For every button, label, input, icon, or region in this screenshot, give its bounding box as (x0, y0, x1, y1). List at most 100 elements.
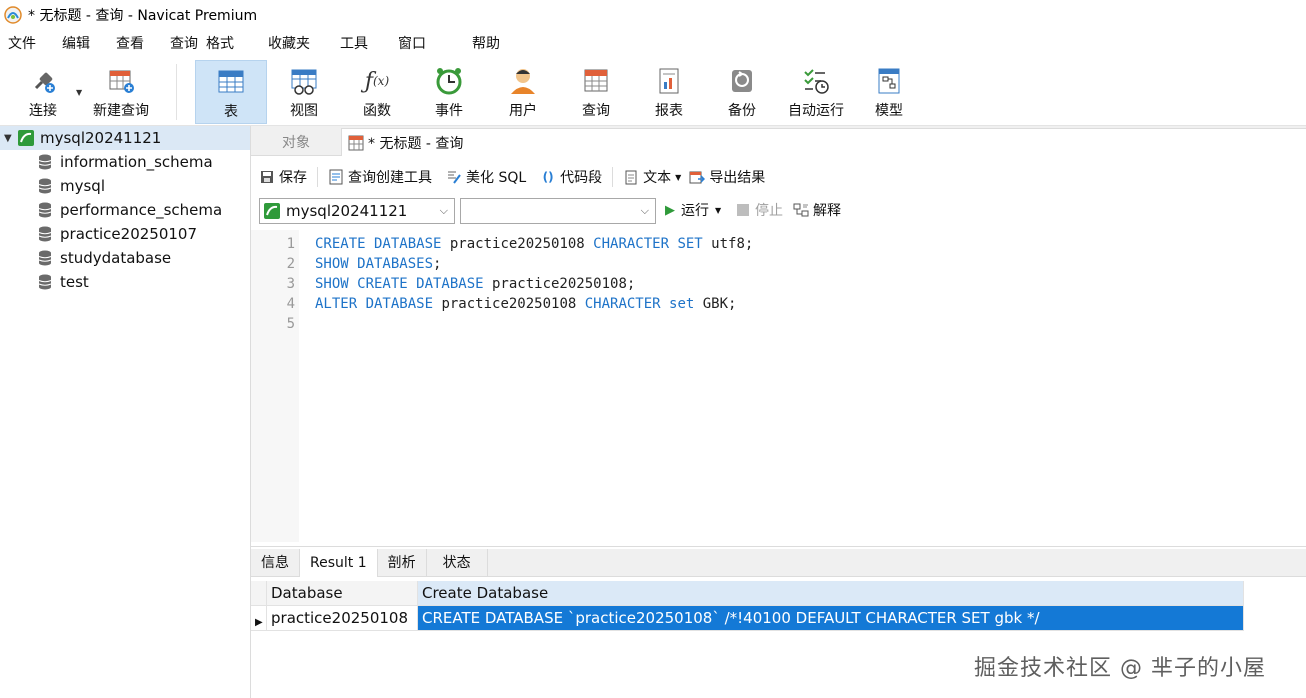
function-icon: ƒ (x) (364, 68, 390, 94)
db-label: practice20250107 (60, 225, 197, 243)
tab-info[interactable]: 信息 (251, 549, 300, 577)
main-toolbar: 连接 ▼ 新建查询 表 视图 ƒ (x) 函数 事件 用户 查询 报表 备份 自… (0, 58, 1306, 126)
menu-window[interactable]: 窗口 (390, 30, 434, 58)
database-icon (38, 202, 52, 218)
clock-icon (434, 66, 464, 96)
stop-icon (737, 204, 749, 216)
backup-button[interactable]: 备份 (711, 60, 773, 124)
event-button[interactable]: 事件 (418, 60, 480, 124)
connection-selector-row: mysql20241121 ⌵ ⌵ ▶ 运行 ▼ 停止 解释 (251, 196, 1306, 226)
chevron-down-icon: ⌵ (439, 204, 448, 217)
query-icon (581, 66, 611, 96)
table-label: 表 (224, 104, 238, 120)
model-button[interactable]: 模型 (858, 60, 920, 124)
table-cell[interactable]: practice20250108 (267, 606, 418, 631)
title-bar: * 无标题 - 查询 - Navicat Premium (0, 0, 1306, 30)
tree-db-item[interactable]: practice20250107 (0, 222, 250, 246)
column-header[interactable]: Create Database (418, 581, 1244, 606)
code-snippet-button[interactable]: () 代码段 (540, 167, 602, 187)
sql-keyword: CREATE DATABASE (315, 236, 442, 252)
database-icon (38, 250, 52, 266)
code-line[interactable]: SHOW CREATE DATABASE practice20250108; (315, 274, 635, 294)
menu-edit[interactable]: 编辑 (54, 30, 98, 58)
tab-status[interactable]: 状态 (427, 549, 488, 577)
run-button[interactable]: ▶ 运行 ▼ (665, 200, 721, 220)
connect-button[interactable]: 连接 (14, 60, 72, 124)
mysql-connection-icon (264, 203, 280, 219)
new-query-button[interactable]: 新建查询 (86, 60, 156, 124)
tree-db-item[interactable]: mysql (0, 174, 250, 198)
export-result-label: 导出结果 (709, 170, 766, 186)
db-label: mysql (60, 177, 105, 195)
line-number: 4 (286, 296, 295, 312)
tab-query[interactable]: * 无标题 - 查询 (341, 128, 1306, 156)
menu-bar: 文件 编辑 查看 查询 格式 收藏夹 工具 窗口 帮助 (0, 30, 1306, 58)
database-icon (38, 178, 52, 194)
line-number: 5 (286, 316, 295, 332)
explain-label: 解释 (813, 203, 841, 219)
query-button[interactable]: 查询 (565, 60, 627, 124)
connection-select[interactable]: mysql20241121 ⌵ (259, 198, 455, 224)
explain-button[interactable]: 解释 (793, 200, 841, 220)
tree-db-item[interactable]: test (0, 270, 250, 294)
stop-button[interactable]: 停止 (737, 200, 783, 220)
beautify-icon (446, 169, 462, 185)
code-line[interactable]: CREATE DATABASE practice20250108 CHARACT… (315, 234, 753, 254)
sql-editor[interactable]: 1 CREATE DATABASE practice20250108 CHARAC… (251, 230, 1306, 542)
menu-favorites[interactable]: 收藏夹 (260, 30, 318, 58)
code-line[interactable]: SHOW DATABASES; (315, 254, 441, 274)
query-builder-button[interactable]: 查询创建工具 (328, 167, 432, 187)
object-tree-sidebar: ▼ mysql20241121 information_schema mysql… (0, 126, 251, 698)
table-row[interactable]: ▶ practice20250108 CREATE DATABASE `prac… (251, 606, 1244, 631)
document-tab-bar: 对象 * 无标题 - 查询 (251, 126, 1306, 156)
connect-label: 连接 (29, 103, 57, 119)
tab-objects[interactable]: 对象 (251, 128, 341, 156)
code-snippet-icon: () (542, 170, 554, 184)
chevron-down-icon: ▼ (675, 172, 682, 182)
chevron-down-icon: ⌵ (640, 204, 649, 217)
sql-text: practice20250108 (433, 296, 585, 312)
tab-result-1[interactable]: Result 1 (300, 549, 378, 577)
save-button[interactable]: 保存 (259, 167, 307, 187)
autorun-button[interactable]: 自动运行 (778, 60, 854, 124)
menu-help[interactable]: 帮助 (464, 30, 508, 58)
beautify-sql-label: 美化 SQL (466, 170, 527, 186)
chevron-down-icon[interactable]: ▼ (4, 133, 18, 144)
export-result-button[interactable]: 导出结果 (689, 167, 765, 187)
code-line[interactable]: ALTER DATABASE practice20250108 CHARACTE… (315, 294, 736, 314)
connect-dropdown-caret-icon[interactable]: ▼ (76, 88, 82, 97)
table-button[interactable]: 表 (195, 60, 267, 124)
autorun-icon (801, 66, 831, 96)
code-snippet-label: 代码段 (560, 170, 603, 186)
tab-profile[interactable]: 剖析 (378, 549, 427, 577)
db-label: studydatabase (60, 249, 172, 267)
function-button[interactable]: ƒ (x) 函数 (346, 60, 408, 124)
database-icon (38, 226, 52, 242)
text-mode-label: 文本 (643, 170, 672, 186)
database-select[interactable]: ⌵ (460, 198, 656, 224)
tree-connection-item[interactable]: ▼ mysql20241121 (0, 126, 250, 150)
tree-db-item[interactable]: performance_schema (0, 198, 250, 222)
new-query-label: 新建查询 (93, 103, 149, 119)
beautify-sql-button[interactable]: 美化 SQL (446, 167, 526, 187)
text-mode-button[interactable]: 文本 ▼ (623, 167, 681, 187)
menu-file[interactable]: 文件 (0, 30, 44, 58)
menu-tools[interactable]: 工具 (332, 30, 376, 58)
tree-db-item[interactable]: studydatabase (0, 246, 250, 270)
event-label: 事件 (435, 103, 463, 119)
toolbar-divider (612, 167, 614, 187)
sql-text: utf8; (702, 236, 754, 252)
plug-icon (28, 66, 58, 96)
view-button[interactable]: 视图 (272, 60, 336, 124)
user-button[interactable]: 用户 (492, 60, 554, 124)
db-label: information_schema (60, 153, 213, 171)
column-header[interactable]: Database (267, 581, 418, 606)
menu-format[interactable]: 格式 (198, 30, 242, 58)
menu-view[interactable]: 查看 (108, 30, 152, 58)
report-button[interactable]: 报表 (638, 60, 700, 124)
view-icon (289, 66, 319, 96)
sql-keyword: ALTER DATABASE (315, 296, 434, 312)
table-cell[interactable]: CREATE DATABASE `practice20250108` /*!40… (418, 606, 1244, 631)
tree-db-item[interactable]: information_schema (0, 150, 250, 174)
sql-text: GBK; (694, 296, 737, 312)
